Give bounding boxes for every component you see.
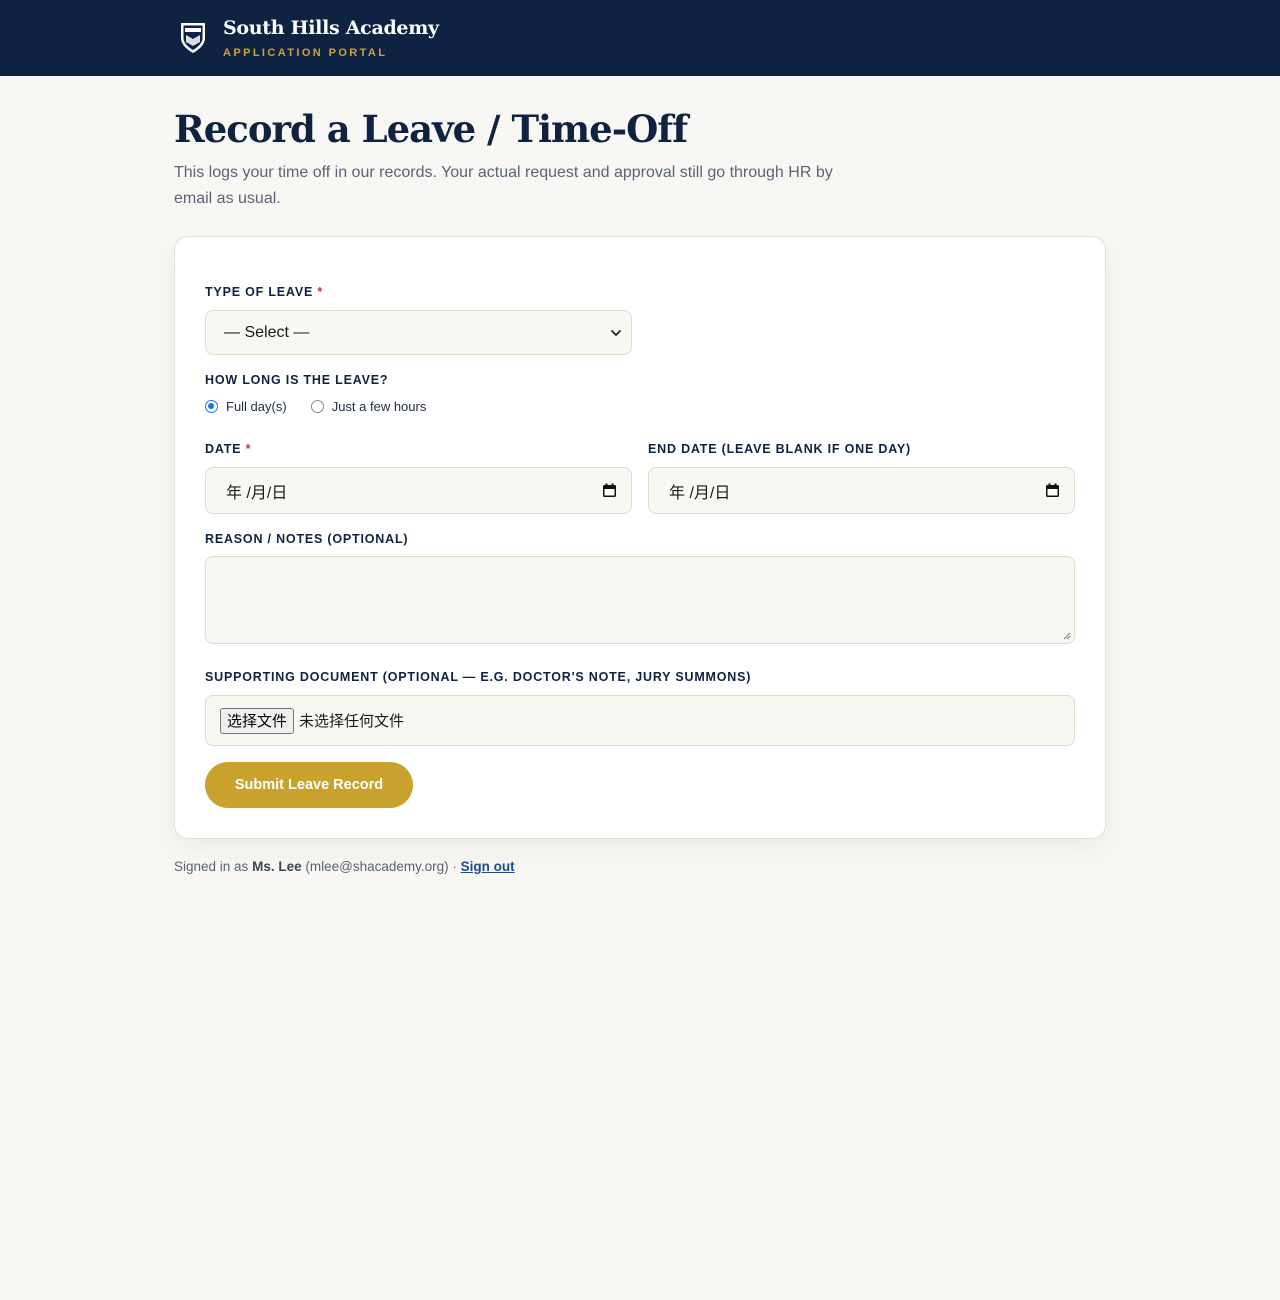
page-description: This logs your time off in our records. …	[174, 164, 833, 207]
notes-label: REASON / NOTES (OPTIONAL)	[205, 532, 409, 546]
chevron-down-icon	[611, 329, 621, 336]
signed-in-prefix: Signed in as	[174, 859, 249, 874]
crest-icon	[181, 23, 205, 53]
file-status-text: 未选择任何文件	[299, 712, 405, 730]
calendar-icon[interactable]	[602, 483, 617, 498]
brand-subtitle: APPLICATION PORTAL	[223, 47, 388, 59]
end-date-input-placeholder: 年 /月/日	[669, 484, 731, 502]
user-name: Ms. Lee	[252, 859, 302, 874]
end-date-input[interactable]: 年 /月/日	[648, 467, 1075, 514]
date-input[interactable]: 年 /月/日	[205, 467, 632, 514]
page-title: Record a Leave / Time-Off	[174, 107, 688, 151]
leave-type-label: TYPE OF LEAVE *	[205, 285, 323, 299]
date-label: DATE *	[205, 442, 251, 456]
radio-full-days[interactable]	[205, 400, 218, 413]
required-mark: *	[245, 442, 252, 456]
duration-label: HOW LONG IS THE LEAVE?	[205, 373, 389, 387]
calendar-icon[interactable]	[1045, 483, 1060, 498]
user-email: (mlee@shacademy.org)	[305, 859, 449, 874]
resize-handle-icon[interactable]	[1063, 632, 1071, 640]
date-input-placeholder: 年 /月/日	[226, 484, 288, 502]
radio-few-hours[interactable]	[310, 400, 324, 413]
document-file-input[interactable]: 选择文件 未选择任何文件	[205, 695, 1075, 746]
sign-out-link[interactable]: Sign out	[461, 859, 515, 874]
footer-separator: ·	[452, 859, 457, 874]
duration-radio-group: Full day(s) Just a few hours	[205, 399, 450, 414]
document-label: SUPPORTING DOCUMENT (OPTIONAL — E.G. DOC…	[205, 670, 752, 684]
choose-file-button[interactable]: 选择文件	[220, 707, 295, 734]
notes-textarea[interactable]	[205, 556, 1075, 644]
end-date-label: END DATE (LEAVE BLANK IF ONE DAY)	[648, 442, 911, 456]
signed-in-footer: Signed in as Ms. Lee (mlee@shacademy.org…	[174, 859, 515, 874]
radio-full-days-label[interactable]: Full day(s)	[226, 399, 287, 414]
leave-type-label-text: TYPE OF LEAVE	[205, 285, 314, 299]
required-mark: *	[317, 285, 324, 299]
leave-type-selected-value: — Select —	[224, 323, 310, 341]
date-label-text: DATE	[205, 442, 242, 456]
radio-few-hours-label[interactable]: Just a few hours	[332, 399, 427, 414]
submit-leave-record-button[interactable]: Submit Leave Record	[205, 762, 413, 808]
leave-type-select[interactable]: — Select —	[205, 310, 632, 355]
top-bar: South Hills Academy APPLICATION PORTAL	[0, 0, 1280, 76]
brand-title[interactable]: South Hills Academy	[223, 17, 439, 39]
